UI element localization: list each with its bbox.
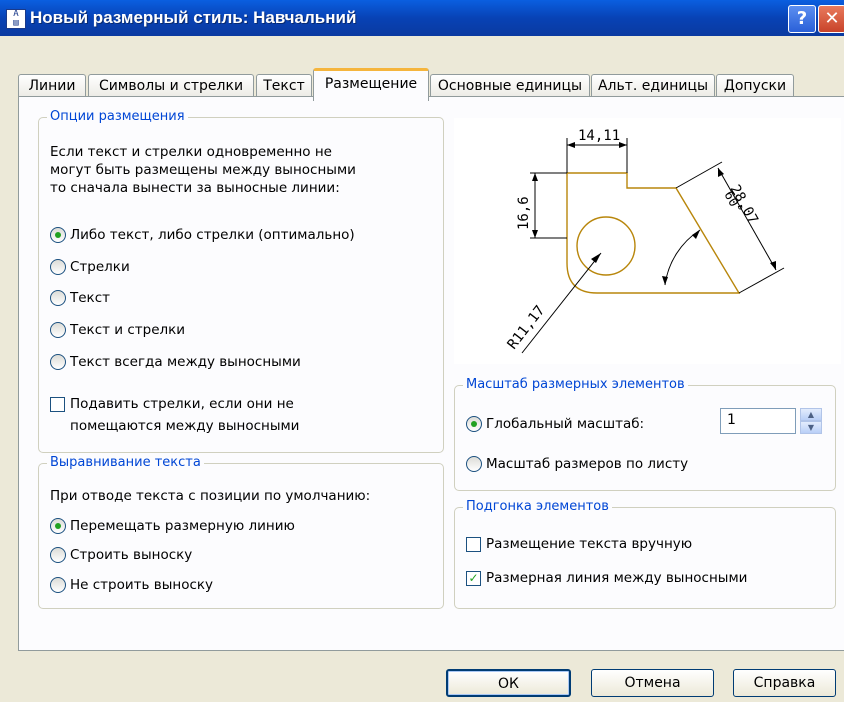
draw-dim-line-checkbox[interactable]: ✓ bbox=[466, 571, 481, 586]
tab-lines[interactable]: Линии bbox=[18, 74, 86, 97]
suppress-arrows-label-2[interactable]: помещаются между выносными bbox=[70, 417, 299, 435]
radio-global-scale-label[interactable]: Глобальный масштаб: bbox=[486, 415, 644, 433]
tab-symbols-arrows[interactable]: Символы и стрелки bbox=[88, 74, 254, 97]
title-bar[interactable]: A ▤ Новый размерный стиль: Навчальний ? ✕ bbox=[0, 0, 844, 36]
radio-without-leader[interactable] bbox=[50, 577, 66, 593]
preview-dim-top: 14,11 bbox=[578, 128, 620, 144]
suppress-arrows-label-1[interactable]: Подавить стрелки, если они не bbox=[70, 395, 294, 413]
draw-dim-line-label[interactable]: Размерная линия между выносными bbox=[486, 569, 747, 587]
radio-always-keep-text[interactable] bbox=[50, 354, 66, 370]
preview-drawing: 14,11 16,6 28,07 60° R11,17 bbox=[505, 128, 785, 354]
radio-global-scale[interactable] bbox=[466, 416, 482, 432]
dimension-preview: 14,11 16,6 28,07 60° R11,17 bbox=[454, 118, 841, 364]
fit-options-title: Опции размещения bbox=[47, 109, 188, 125]
spin-up-icon[interactable]: ▲ bbox=[800, 408, 822, 421]
radio-scale-to-layout-label[interactable]: Масштаб размеров по листу bbox=[486, 455, 688, 473]
close-button[interactable]: ✕ bbox=[818, 5, 844, 33]
ok-button[interactable]: ОК bbox=[446, 669, 571, 697]
window-title: Новый размерный стиль: Навчальний bbox=[30, 8, 357, 27]
tab-text[interactable]: Текст bbox=[256, 74, 312, 97]
spin-down-icon[interactable]: ▼ bbox=[800, 421, 822, 434]
radio-either-text-or-arrows-label[interactable]: Либо текст, либо стрелки (оптимально) bbox=[70, 226, 355, 244]
preview-hole bbox=[576, 216, 636, 276]
radio-scale-to-layout[interactable] bbox=[466, 456, 482, 472]
preview-part-outline bbox=[566, 172, 741, 294]
tab-tolerances[interactable]: Допуски bbox=[716, 74, 794, 97]
radio-with-leader[interactable] bbox=[50, 547, 66, 563]
radio-with-leader-label[interactable]: Строить выноску bbox=[70, 546, 192, 564]
radio-text-label[interactable]: Текст bbox=[70, 289, 110, 307]
radio-arrows[interactable] bbox=[50, 259, 66, 275]
text-placement-title: Выравнивание текста bbox=[47, 455, 204, 471]
fit-description-line-2: могут быть размещены между выносными bbox=[50, 162, 356, 178]
tab-fit[interactable]: Размещение bbox=[313, 68, 429, 101]
radio-always-keep-text-label[interactable]: Текст всегда между выносными bbox=[70, 353, 301, 371]
tab-alternate-units[interactable]: Альт. единицы bbox=[591, 74, 715, 97]
manual-placement-checkbox[interactable] bbox=[466, 537, 481, 552]
help-title-button[interactable]: ? bbox=[788, 5, 816, 33]
suppress-arrows-checkbox[interactable] bbox=[50, 397, 65, 412]
fine-tuning-title: Подгонка элементов bbox=[463, 499, 612, 515]
fit-description-line-1: Если текст и стрелки одновременно не bbox=[50, 144, 332, 160]
radio-without-leader-label[interactable]: Не строить выноску bbox=[70, 576, 213, 594]
radio-arrows-label[interactable]: Стрелки bbox=[70, 258, 130, 276]
help-button[interactable]: Справка bbox=[733, 669, 836, 697]
radio-text-and-arrows[interactable] bbox=[50, 322, 66, 338]
global-scale-input[interactable]: 1 bbox=[720, 408, 796, 434]
fit-description-line-3: то сначала вынести за выносные линии: bbox=[50, 180, 340, 196]
radio-text-and-arrows-label[interactable]: Текст и стрелки bbox=[70, 321, 185, 339]
text-placement-description: При отводе текста с позиции по умолчанию… bbox=[50, 488, 371, 504]
fine-tuning-group: Подгонка элементов bbox=[454, 499, 836, 609]
scale-title: Масштаб размерных элементов bbox=[463, 377, 688, 393]
global-scale-spinner[interactable]: ▲ ▼ bbox=[800, 408, 822, 434]
radio-move-dim-line-label[interactable]: Перемещать размерную линию bbox=[70, 517, 295, 535]
radio-either-text-or-arrows[interactable] bbox=[50, 227, 66, 243]
preview-dim-left: 16,6 bbox=[516, 196, 532, 230]
scale-group: Масштаб размерных элементов bbox=[454, 377, 836, 491]
tab-primary-units[interactable]: Основные единицы bbox=[430, 74, 590, 97]
radio-move-dim-line[interactable] bbox=[50, 518, 66, 534]
radio-text[interactable] bbox=[50, 290, 66, 306]
dimension-style-icon: A ▤ bbox=[6, 9, 26, 29]
cancel-button[interactable]: Отмена bbox=[591, 669, 714, 697]
manual-placement-label[interactable]: Размещение текста вручную bbox=[486, 535, 692, 553]
